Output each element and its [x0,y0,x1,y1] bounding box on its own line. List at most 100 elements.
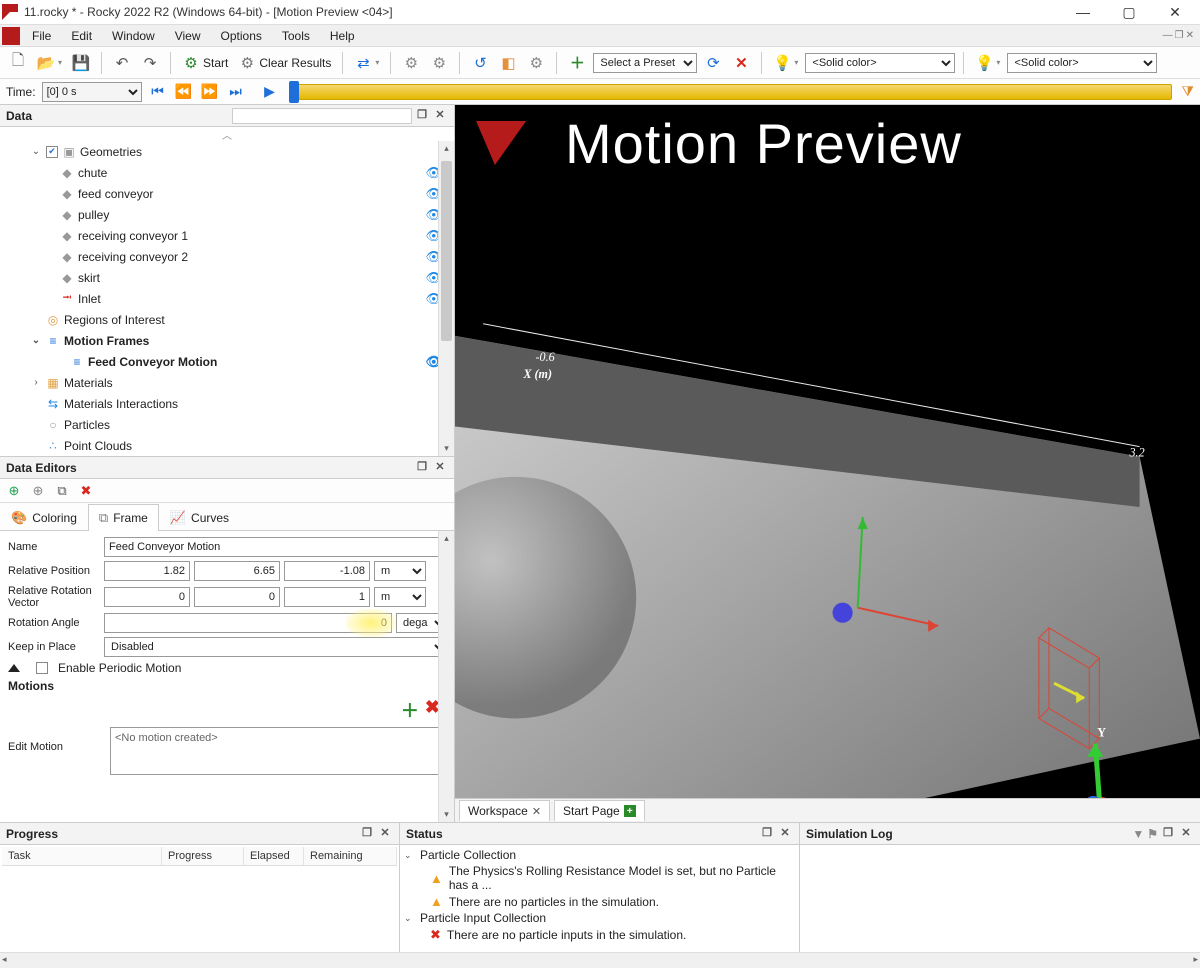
copy-icon[interactable]: ⧉ [52,481,72,501]
filter-icon[interactable]: ⧩ [1182,83,1195,100]
bulb2-button[interactable]: 💡▾ [972,52,1003,74]
status-undock-icon[interactable]: ❐ [759,826,775,842]
editors-undock-icon[interactable]: ❐ [414,460,430,476]
status-group[interactable]: Particle Input Collection [420,911,546,925]
data-close-icon[interactable]: ✕ [432,108,448,124]
expand-toggle[interactable]: ⌄ [30,335,42,346]
tree-item[interactable]: receiving conveyor 2 [78,250,188,264]
relpos-y-input[interactable] [194,561,280,581]
keep-select[interactable]: Disabled [104,637,448,657]
first-frame-button[interactable]: ⏮ [148,83,168,100]
save-button[interactable]: 💾 [69,52,93,74]
progress-close-icon[interactable]: ✕ [377,826,393,842]
progress-undock-icon[interactable]: ❐ [359,826,375,842]
mdi-minimize-icon[interactable]: — [1163,30,1173,41]
gear1-button[interactable]: ⚙ [399,52,423,74]
start-button[interactable]: ⚙Start [179,52,231,74]
play-button[interactable]: ▶ [260,83,280,100]
menu-view[interactable]: View [165,27,211,45]
gear3-button[interactable]: ⚙ [524,52,548,74]
last-frame-button[interactable]: ⏭ [226,83,246,100]
section-toggle-icon[interactable] [8,664,20,672]
remove-icon[interactable]: ✖ [76,481,96,501]
tree-particles[interactable]: Particles [64,418,110,432]
close-tab-icon[interactable]: ✕ [532,805,541,818]
collapse-up-icon[interactable]: ︿ [0,127,454,141]
tab-coloring[interactable]: 🎨Coloring [0,504,88,531]
open-button[interactable]: 📂▾ [34,52,65,74]
cube-button[interactable]: ◧ [496,52,520,74]
undo-button[interactable]: ↶ [110,52,134,74]
solid-color-1-select[interactable]: <Solid color> [805,53,955,73]
tree-item[interactable]: pulley [78,208,109,222]
menu-tools[interactable]: Tools [272,27,320,45]
gear2-button[interactable]: ⚙ [427,52,451,74]
prev-frame-button[interactable]: ⏪ [174,83,194,100]
new-button[interactable]: 🗋 [6,52,30,74]
form-scrollbar[interactable]: ▴▾ [438,531,454,822]
name-input[interactable] [104,537,448,557]
rotate-button[interactable]: ↺ [468,52,492,74]
tree-item[interactable]: skirt [78,271,100,285]
bulb1-button[interactable]: 💡▾ [770,52,801,74]
preset-select[interactable]: Select a Preset [593,53,697,73]
tree-materials[interactable]: Materials [64,376,113,390]
relrot-z-input[interactable] [284,587,370,607]
next-frame-button[interactable]: ⏩ [200,83,220,100]
tab-workspace[interactable]: Workspace✕ [459,800,550,821]
tree-item[interactable]: feed conveyor [78,187,153,201]
flag-icon[interactable]: ⚑ [1147,827,1158,841]
tree-interactions[interactable]: Materials Interactions [64,397,178,411]
relrot-unit-select[interactable]: m [374,587,426,607]
menu-options[interactable]: Options [211,27,272,45]
filter-icon[interactable]: ▼ [1132,827,1144,841]
tree-geometries[interactable]: Geometries [80,145,142,159]
tree-motion-frames[interactable]: Motion Frames [64,334,149,348]
geometries-checkbox[interactable]: ✔ [46,146,58,158]
expand-toggle[interactable]: › [30,377,42,388]
tree-scrollbar[interactable]: ▴▾ [438,141,454,456]
add-motion-button[interactable]: ＋ [401,697,419,723]
tree-item[interactable]: receiving conveyor 1 [78,229,188,243]
simlog-undock-icon[interactable]: ❐ [1160,826,1176,842]
link-button[interactable]: ⇄▾ [351,52,382,74]
status-close-icon[interactable]: ✕ [777,826,793,842]
add-button[interactable]: ＋ [565,52,589,74]
close-button[interactable]: ✕ [1152,0,1198,25]
redo-button[interactable]: ↷ [138,52,162,74]
timeline-knob[interactable] [289,81,299,103]
data-search-input[interactable] [232,108,412,124]
menu-file[interactable]: File [22,27,61,45]
simlog-close-icon[interactable]: ✕ [1178,826,1194,842]
menu-edit[interactable]: Edit [61,27,102,45]
tree-roi[interactable]: Regions of Interest [64,313,165,327]
status-group[interactable]: Particle Collection [420,848,516,862]
add-green-icon[interactable]: ⊕ [4,481,24,501]
tab-curves[interactable]: 📈Curves [159,504,240,531]
tab-frame[interactable]: ⧉Frame [88,504,159,531]
app-logo-small[interactable] [2,27,20,45]
motion-list[interactable]: <No motion created> [110,727,448,775]
periodic-checkbox[interactable] [36,662,48,674]
relrot-y-input[interactable] [194,587,280,607]
add-grey-icon[interactable]: ⊕ [28,481,48,501]
data-tree[interactable]: ︿ ⌄ ✔ ▣ Geometries ◆chute👁 ◆feed conveyo… [0,127,454,457]
solid-color-2-select[interactable]: <Solid color> [1007,53,1157,73]
menu-window[interactable]: Window [102,27,165,45]
expand-toggle[interactable]: ⌄ [30,146,42,157]
mdi-restore-icon[interactable]: ❐ [1175,30,1184,41]
simlog-body[interactable] [800,845,1200,952]
time-select[interactable]: [0] 0 s [42,82,142,102]
tree-item[interactable]: Inlet [78,292,101,306]
tree-feed-conv-motion[interactable]: Feed Conveyor Motion [88,355,217,369]
relpos-x-input[interactable] [104,561,190,581]
delete-button[interactable]: ✕ [729,52,753,74]
horizontal-scrollbar[interactable]: ◂▸ [0,952,1200,968]
clear-results-button[interactable]: ⚙Clear Results [235,52,334,74]
tab-start-page[interactable]: Start Page+ [554,800,645,821]
relpos-z-input[interactable] [284,561,370,581]
timeline-slider[interactable] [290,84,1172,100]
editors-close-icon[interactable]: ✕ [432,460,448,476]
3d-viewport[interactable]: -0.6 X (m) 3.2 [455,105,1200,798]
mdi-close-icon[interactable]: ✕ [1186,30,1194,41]
